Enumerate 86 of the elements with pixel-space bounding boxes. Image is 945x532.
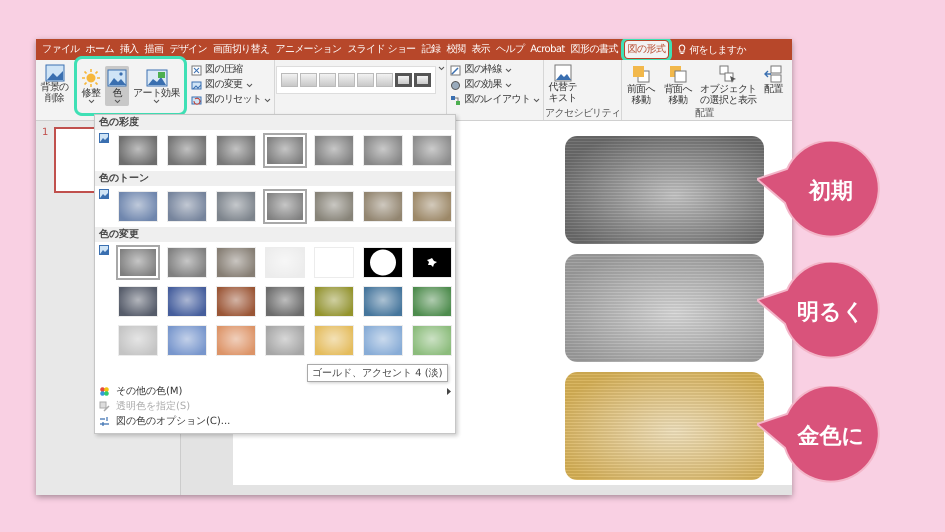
picture-icon xyxy=(99,189,109,199)
arrange-button[interactable]: オブジェクトの選択と表示 xyxy=(697,62,760,108)
ribbon-tab[interactable]: 挿入 xyxy=(116,41,142,58)
palette-icon xyxy=(99,386,110,397)
color-swatch[interactable] xyxy=(116,245,160,280)
pen-icon xyxy=(450,64,462,76)
remove-background-button[interactable]: 背景の削除 xyxy=(37,62,72,106)
caret-icon xyxy=(533,98,540,102)
picture-style-thumbnail[interactable] xyxy=(395,73,412,87)
compress-icon xyxy=(191,64,202,76)
group-label: アクセシビリティ xyxy=(545,108,620,120)
adjust-button[interactable]: 色 xyxy=(105,66,129,106)
ribbon-tab[interactable]: 図形の書式 xyxy=(568,41,621,58)
callout-label: 金色に xyxy=(798,423,864,451)
sun-icon xyxy=(81,68,101,88)
align-icon xyxy=(763,64,784,84)
ribbon-tab[interactable]: デザイン xyxy=(166,41,210,58)
border-command[interactable]: 図のレイアウト xyxy=(448,93,542,107)
ribbon-tab[interactable]: スライド ショー xyxy=(344,41,419,58)
caret-icon xyxy=(153,99,160,104)
ribbon-tab[interactable]: 画面切り替え xyxy=(210,41,272,58)
picture-icon xyxy=(44,64,64,82)
reset-icon xyxy=(191,94,202,106)
ribbon-tab[interactable]: 表示 xyxy=(468,41,494,58)
picture-icon xyxy=(99,245,109,255)
picture-style-thumbnail[interactable] xyxy=(357,73,374,87)
alt-text-button[interactable]: 代替テキスト xyxy=(545,62,580,106)
bring-forward-icon xyxy=(630,64,651,84)
color-options-icon xyxy=(99,416,110,427)
layout-icon xyxy=(450,94,462,106)
caret-icon xyxy=(246,82,253,88)
adjust-button[interactable]: 修整 xyxy=(79,66,103,106)
caret-icon xyxy=(438,66,446,71)
group-label: 配置 xyxy=(694,108,715,120)
tell-me-search[interactable]: 何をしますか xyxy=(689,42,746,56)
callout-label: 初期 xyxy=(809,178,853,206)
art-effects-icon xyxy=(146,68,168,88)
color-swatch[interactable] xyxy=(263,133,307,168)
picture-style-thumbnail[interactable] xyxy=(414,73,432,87)
send-backward-icon xyxy=(668,64,688,84)
picture-style-thumbnail[interactable] xyxy=(338,73,356,87)
picture-style-thumbnail[interactable] xyxy=(281,73,298,87)
picture-icon xyxy=(107,68,127,88)
lightbulb-icon xyxy=(678,44,686,55)
ribbon-tab[interactable]: ファイル xyxy=(39,41,83,58)
border-command[interactable]: 図の効果 xyxy=(448,78,542,92)
menu-item[interactable]: その他の色(M) xyxy=(95,384,455,399)
ribbon-tab[interactable]: ホーム xyxy=(82,41,117,58)
adjust-button[interactable]: アート効果 xyxy=(131,66,182,106)
ribbon-tab[interactable]: Acrobat xyxy=(527,41,568,58)
border-command[interactable]: 図の枠線 xyxy=(448,63,542,77)
section-header: 色の彩度 xyxy=(95,115,455,130)
ribbon-tab[interactable]: 記録 xyxy=(418,41,444,58)
caret-icon xyxy=(505,68,512,72)
ribbon-tab[interactable]: ヘルプ xyxy=(493,41,528,58)
caret-icon xyxy=(505,82,512,88)
picture-style-thumbnail[interactable] xyxy=(319,73,336,87)
ribbon-tab[interactable]: 描画 xyxy=(142,41,166,58)
section-header: 色の変更 xyxy=(95,227,455,242)
selection-pane-icon xyxy=(718,64,738,84)
picture-command[interactable]: 図のリセット xyxy=(189,93,274,107)
transparent-color-icon xyxy=(99,401,110,412)
caret-icon xyxy=(264,98,272,102)
color-swatch[interactable] xyxy=(263,189,307,224)
picture-icon xyxy=(99,133,109,143)
slide-number: 1 xyxy=(42,127,48,140)
section-header: 色のトーン xyxy=(95,171,455,186)
picture-style-thumbnail[interactable] xyxy=(376,73,394,87)
effects-icon xyxy=(450,80,462,90)
picture-icon xyxy=(554,64,572,82)
picture-command[interactable]: 図の変更 xyxy=(189,78,274,92)
arrange-button[interactable]: 配置 xyxy=(761,62,786,97)
submenu-arrow-icon xyxy=(447,388,451,395)
picture-command[interactable]: 図の圧縮 xyxy=(189,63,274,77)
picture-style-thumbnail[interactable] xyxy=(300,73,318,87)
menu-item[interactable]: 図の色のオプション(C)... xyxy=(95,414,455,429)
tooltip: ゴールド、アクセント 4 (淡) xyxy=(307,364,448,382)
arrange-button[interactable]: 前面へ移動 xyxy=(623,62,658,108)
callout-label: 明るく xyxy=(797,299,865,327)
ribbon-tab[interactable]: 校閲 xyxy=(443,41,468,58)
ribbon-tab[interactable]: アニメーション xyxy=(272,41,344,58)
ribbon-tab[interactable]: 図の形式 xyxy=(624,41,668,58)
caret-icon xyxy=(114,99,120,104)
change-picture-icon xyxy=(191,80,202,90)
caret-icon xyxy=(88,99,94,104)
arrange-button[interactable]: 背面へ移動 xyxy=(660,62,696,108)
